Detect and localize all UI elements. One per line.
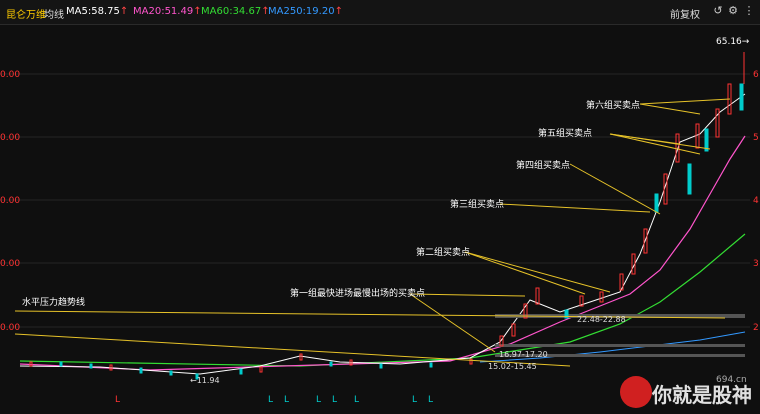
horizontal-line-label: 水平压力趋势线 bbox=[22, 296, 85, 308]
range2-label: 16.97-17.20 bbox=[499, 350, 548, 359]
group5-label: 第五组买卖点 bbox=[538, 127, 592, 139]
left-tick-1: 0.00 bbox=[0, 70, 20, 80]
ma5-value: MA5:58.75↑ bbox=[66, 6, 129, 17]
candlestick-chart[interactable]: 0.00 0.00 0.00 0.00 0.00 6 5 4 3 2 65.16… bbox=[0, 24, 760, 414]
ma-label[interactable]: 均线 bbox=[44, 6, 64, 21]
bottom-mark-1: L bbox=[115, 395, 120, 405]
watermark: 你就是股神 694.cn bbox=[620, 375, 752, 408]
bottom-mark-3: L bbox=[284, 395, 289, 405]
left-tick-5: 0.00 bbox=[0, 323, 20, 333]
watermark-site: 694.cn bbox=[716, 375, 747, 385]
bottom-mark-4: L bbox=[316, 395, 321, 405]
bottom-mark-7: L bbox=[412, 395, 417, 405]
stock-name[interactable]: 昆仑万维 bbox=[6, 6, 46, 21]
right-tick-3: 4 bbox=[753, 196, 759, 206]
reset-icon[interactable]: ↺ bbox=[712, 5, 724, 17]
right-tick-4: 3 bbox=[753, 259, 759, 269]
top-price-label: 65.16→ bbox=[716, 37, 750, 47]
low-price-label: ←11.94 bbox=[190, 376, 220, 385]
group6-label: 第六组买卖点 bbox=[586, 99, 640, 111]
adjust-button[interactable]: 前复权 bbox=[670, 6, 700, 21]
ma20-line bbox=[19, 135, 746, 371]
chart-settings-icon[interactable]: ⚙ bbox=[727, 5, 739, 17]
left-tick-2: 0.00 bbox=[0, 133, 20, 143]
ma60-value: MA60:34.67↑ bbox=[201, 6, 270, 17]
bottom-mark-5: L bbox=[332, 395, 337, 405]
more-icon[interactable]: ⋮ bbox=[743, 5, 755, 17]
range3-label: 15.02-15.45 bbox=[488, 362, 537, 371]
support-band-mid bbox=[495, 344, 745, 347]
left-tick-4: 0.00 bbox=[0, 259, 20, 269]
range1-label: 22.48-22.88 bbox=[577, 315, 626, 324]
bottom-mark-2: L bbox=[268, 395, 273, 405]
left-tick-3: 0.00 bbox=[0, 196, 20, 206]
ma20-value: MA20:51.49↑ bbox=[133, 6, 202, 17]
watermark-text: 你就是股神 bbox=[651, 383, 752, 407]
bottom-mark-6: L bbox=[354, 395, 359, 405]
right-tick-1: 6 bbox=[753, 70, 759, 80]
group4-label: 第四组买卖点 bbox=[516, 159, 570, 171]
right-tick-2: 5 bbox=[753, 133, 759, 143]
group2-label: 第二组买卖点 bbox=[416, 246, 470, 258]
ma5-line bbox=[19, 93, 746, 375]
watermark-logo-icon bbox=[620, 376, 652, 408]
group3-label: 第三组买卖点 bbox=[450, 198, 504, 210]
bottom-mark-8: L bbox=[428, 395, 433, 405]
chart-header: 昆仑万维 均线 MA5:58.75↑ MA20:51.49↑ MA60:34.6… bbox=[0, 0, 760, 25]
right-tick-5: 2 bbox=[753, 323, 759, 333]
group1-label: 第一组最快进场最慢出场的买卖点 bbox=[290, 287, 425, 299]
ma250-value: MA250:19.20↑ bbox=[268, 6, 343, 17]
